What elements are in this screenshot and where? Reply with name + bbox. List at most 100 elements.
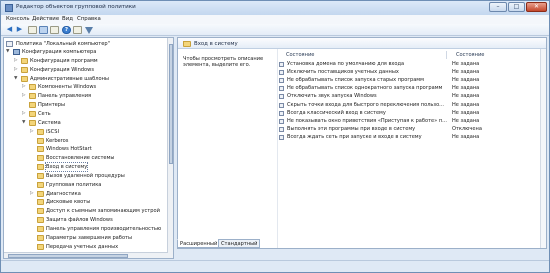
description-text: Чтобы просмотреть описание элемента, выд… xyxy=(183,56,264,68)
tree-item[interactable]: Дисковые квоты xyxy=(4,198,168,206)
up-icon[interactable] xyxy=(28,26,37,34)
show-hide-tree-icon[interactable] xyxy=(39,26,48,34)
close-button[interactable]: ✕ xyxy=(526,2,547,12)
policy-setting-icon xyxy=(279,102,284,108)
column-header-state[interactable]: Состояние xyxy=(456,51,484,59)
expand-icon[interactable]: ▷ xyxy=(22,92,27,100)
tree-vertical-scrollbar[interactable] xyxy=(167,38,173,258)
expand-icon[interactable]: ▷ xyxy=(22,83,27,91)
tree-horizontal-scrollbar[interactable] xyxy=(4,252,168,258)
menu-help[interactable]: Справка xyxy=(77,16,101,22)
tree-item[interactable]: ▼ Конфигурация компьютера xyxy=(4,48,168,56)
policy-row[interactable]: Скрыть точки входа для быстрого переключ… xyxy=(277,102,539,109)
folder-icon xyxy=(21,57,28,64)
policy-setting-icon xyxy=(279,86,284,92)
tree-item-label: iSCSI xyxy=(46,128,59,135)
policy-row[interactable]: Не обрабатывать список однократного запу… xyxy=(277,85,539,92)
tree-item[interactable]: Вход в систему xyxy=(4,162,168,173)
folder-icon xyxy=(29,93,36,100)
tree-item[interactable]: Вызов удаленной процедуры xyxy=(4,172,168,180)
policy-row[interactable]: Всегда классический вход в систему Не зад… xyxy=(277,110,539,117)
menu-console[interactable]: Консоль xyxy=(6,16,30,22)
back-icon[interactable]: ◀ xyxy=(5,26,14,34)
tree-item[interactable]: ▼ Административные шаблоны xyxy=(4,75,168,83)
expand-icon[interactable]: ▷ xyxy=(30,128,35,136)
menu-bar: Консоль Действие Вид Справка xyxy=(1,15,549,24)
tree-item[interactable]: Доступ к съемным запоминающим устрой xyxy=(4,207,168,215)
tree-item[interactable]: ▷ Компоненты Windows xyxy=(4,83,168,91)
policy-name: Всегда классический вход в систему xyxy=(287,109,386,116)
tree-item[interactable]: Групповая политика xyxy=(4,181,168,189)
tree-item[interactable]: ▷ iSCSI xyxy=(4,128,168,136)
collapse-icon[interactable]: ▼ xyxy=(14,75,19,83)
policy-name: Не показывать окно приветствия «Приступа… xyxy=(287,117,447,124)
expand-icon[interactable]: ▷ xyxy=(14,57,19,65)
scroll-thumb[interactable] xyxy=(169,44,173,164)
tree-item[interactable]: ▼ Система xyxy=(4,119,168,127)
tree-item-label: Конфигурация Windows xyxy=(30,66,94,73)
policy-row[interactable]: Не обрабатывать список запуска старых пр… xyxy=(277,77,539,84)
scroll-thumb[interactable] xyxy=(8,254,128,258)
tree-item[interactable]: Восстановление системы xyxy=(4,154,168,162)
tree-item[interactable]: ▷ Сеть xyxy=(4,110,168,118)
properties-icon[interactable] xyxy=(73,26,82,34)
toolbar: ◀ ▶ ? xyxy=(1,24,549,36)
collapse-icon[interactable]: ▼ xyxy=(6,48,11,56)
menu-view[interactable]: Вид xyxy=(62,16,73,22)
column-header-setting[interactable]: Состояние xyxy=(286,51,314,59)
tree-item-label: Вызов удаленной процедуры xyxy=(46,172,125,179)
policy-row[interactable]: Не показывать окно приветствия «Приступа… xyxy=(277,118,539,125)
expand-icon[interactable]: ▷ xyxy=(22,110,27,118)
expand-icon[interactable]: ▷ xyxy=(30,190,35,198)
folder-icon xyxy=(29,102,36,109)
tree-item[interactable]: Kerberos xyxy=(4,137,168,145)
expand-icon[interactable]: ▷ xyxy=(14,66,19,74)
details-scrollbar[interactable] xyxy=(540,49,546,248)
policy-row[interactable]: Исключить поставщиков учетных данных Не з… xyxy=(277,69,539,76)
tree-item[interactable]: Защита файлов Windows xyxy=(4,216,168,224)
policy-name: Исключить поставщиков учетных данных xyxy=(287,69,399,76)
forward-icon[interactable]: ▶ xyxy=(15,26,24,34)
policy-row[interactable]: Выполнять эти программы при входе в сист… xyxy=(277,126,539,133)
collapse-icon[interactable]: ▼ xyxy=(22,119,27,127)
tree-item[interactable]: Панель управления производительностью xyxy=(4,225,168,233)
tab-extended[interactable]: Расширенный xyxy=(177,239,221,248)
policy-setting-icon xyxy=(279,94,284,100)
tab-standard[interactable]: Стандартный xyxy=(218,239,261,248)
policy-state: Не задана xyxy=(452,69,480,76)
menu-action[interactable]: Действие xyxy=(32,16,59,22)
gpedit-app-icon xyxy=(5,4,13,12)
folder-icon xyxy=(37,164,44,171)
policy-setting-icon xyxy=(279,126,284,132)
folder-icon xyxy=(29,110,36,117)
folder-icon xyxy=(21,66,28,73)
tree-item[interactable]: ▷ Конфигурация программ xyxy=(4,57,168,65)
filter-icon[interactable] xyxy=(85,27,93,34)
tree-item-label: Параметры завершения работы xyxy=(46,234,133,241)
tree-item[interactable]: Windows HotStart xyxy=(4,145,168,153)
tree-item[interactable]: Принтеры xyxy=(4,101,168,109)
policy-row[interactable]: Отключить звук запуска Windows Не задана xyxy=(277,93,539,100)
tree-item-label: Административные шаблоны xyxy=(30,75,109,82)
policy-setting-icon xyxy=(279,62,284,67)
policy-state: Не задана xyxy=(452,101,480,108)
tree-item[interactable]: Параметры завершения работы xyxy=(4,234,168,242)
tree-item[interactable]: Передача учетных данных xyxy=(4,243,168,251)
view-tabs: Расширенный Стандартный xyxy=(177,239,377,248)
status-bar xyxy=(1,260,549,272)
folder-icon xyxy=(37,226,44,232)
help-icon[interactable]: ? xyxy=(62,26,71,34)
column-separator[interactable] xyxy=(446,51,447,59)
maximize-button[interactable]: □ xyxy=(508,2,525,12)
tree-item-label: Сеть xyxy=(38,110,51,117)
tree-item[interactable]: ▷ Конфигурация Windows xyxy=(4,66,168,74)
policy-row[interactable]: Установка домена по умолчанию для входа Н… xyxy=(277,61,539,68)
tree-item-label: Панель управления производительностью xyxy=(46,226,162,232)
export-list-icon[interactable] xyxy=(50,26,59,34)
tree-item[interactable]: ▷ Панель управления xyxy=(4,92,168,100)
tree-item-label: Конфигурация программ xyxy=(30,57,98,64)
policy-row[interactable]: Всегда ждать сеть при запуске и входе в … xyxy=(277,134,539,141)
tree-item[interactable]: ▷ Диагностика xyxy=(4,190,168,198)
minimize-button[interactable]: – xyxy=(489,2,507,12)
title-bar: Редактор объектов групповой политики – □… xyxy=(1,1,549,15)
